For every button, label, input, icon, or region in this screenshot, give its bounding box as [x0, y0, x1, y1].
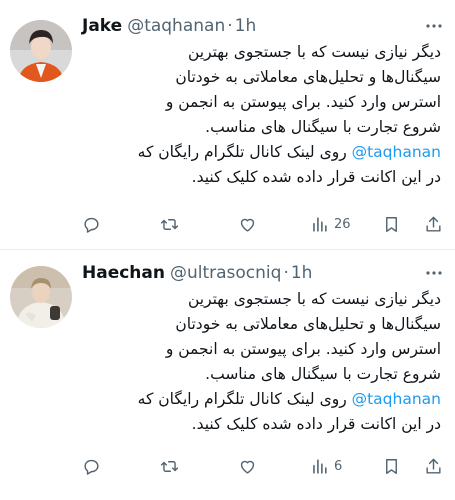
views-button[interactable]: 6	[310, 455, 342, 477]
user-handle[interactable]: @taqhanan	[127, 16, 225, 36]
avatar-photo	[10, 266, 72, 328]
tweet-text: دیگر نیازی نیست که با جستجوی بهترین سیگن…	[82, 40, 441, 190]
heart-icon	[240, 460, 255, 474]
separator-dot: ·	[283, 263, 289, 283]
retweet-button[interactable]	[160, 455, 179, 477]
reply-icon	[84, 459, 99, 475]
tweet-text: دیگر نیازی نیست که با جستجوی بهترین سیگن…	[82, 287, 441, 437]
action-bar: 6	[82, 455, 443, 477]
views-icon	[313, 216, 327, 232]
heart-icon	[240, 218, 255, 232]
tweet-1[interactable]: Jake @taqhanan · 1h دیگر نیازی نیست که ب…	[0, 0, 455, 248]
reply-button[interactable]	[82, 455, 101, 477]
timestamp[interactable]: 1h	[291, 263, 313, 283]
retweet-button[interactable]	[160, 213, 179, 235]
text-line: @taqhanan روی لینک کانال تلگرام رایگان ک…	[82, 140, 441, 165]
share-button[interactable]	[424, 455, 443, 477]
avatar-photo	[10, 20, 72, 82]
text-line: سیگنال‌ها و تحلیل‌های معاملاتی به خودتان	[175, 68, 441, 86]
mention-link[interactable]: @taqhanan	[352, 390, 441, 408]
text-fragment: روی لینک کانال تلگرام رایگان که	[137, 143, 352, 161]
tweet-header: Jake @taqhanan · 1h	[82, 13, 443, 39]
bookmark-button[interactable]	[382, 455, 401, 477]
mention-link[interactable]: @taqhanan	[352, 143, 441, 161]
like-button[interactable]	[238, 213, 257, 235]
separator-dot: ·	[227, 16, 233, 36]
text-line: @taqhanan روی لینک کانال تلگرام رایگان ک…	[82, 387, 441, 412]
more-icon[interactable]	[425, 264, 443, 282]
reply-button[interactable]	[82, 213, 101, 235]
user-handle[interactable]: @ultrasocniq	[170, 263, 281, 283]
bookmark-icon	[386, 458, 397, 474]
display-name[interactable]: Jake	[82, 16, 122, 36]
display-name[interactable]: Haechan	[82, 263, 165, 283]
avatar[interactable]	[10, 20, 72, 82]
bookmark-icon	[386, 216, 397, 232]
text-line: استرس وارد کنید. برای پیوستن به انجمن و	[165, 93, 441, 111]
views-count: 6	[334, 458, 343, 474]
reply-icon	[84, 217, 99, 233]
text-line: دیگر نیازی نیست که با جستجوی بهترین	[187, 43, 441, 61]
share-button[interactable]	[424, 213, 443, 235]
share-icon	[426, 216, 441, 232]
tweet-header: Haechan @ultrasocniq · 1h	[82, 260, 443, 286]
action-bar: 26	[82, 213, 443, 235]
retweet-icon	[160, 460, 179, 472]
text-line: در این اکانت قرار داده شده کلیک کنید.	[191, 415, 441, 433]
retweet-icon	[160, 218, 179, 230]
text-line: دیگر نیازی نیست که با جستجوی بهترین	[187, 290, 441, 308]
share-icon	[426, 458, 441, 474]
like-button[interactable]	[238, 455, 257, 477]
timestamp[interactable]: 1h	[235, 16, 257, 36]
text-line: شروع تجارت با سیگنال های مناسب.	[205, 365, 441, 383]
text-line: شروع تجارت با سیگنال های مناسب.	[205, 118, 441, 136]
text-line: سیگنال‌ها و تحلیل‌های معاملاتی به خودتان	[175, 315, 441, 333]
text-fragment: روی لینک کانال تلگرام رایگان که	[137, 390, 352, 408]
tweet-2[interactable]: Haechan @ultrasocniq · 1h دیگر نیازی نیس…	[0, 250, 455, 500]
avatar[interactable]	[10, 266, 72, 328]
text-line: در این اکانت قرار داده شده کلیک کنید.	[191, 168, 441, 186]
views-count: 26	[334, 216, 351, 232]
more-icon[interactable]	[425, 17, 443, 35]
views-icon	[313, 458, 327, 474]
bookmark-button[interactable]	[382, 213, 401, 235]
views-button[interactable]: 26	[310, 213, 351, 235]
text-line: استرس وارد کنید. برای پیوستن به انجمن و	[165, 340, 441, 358]
